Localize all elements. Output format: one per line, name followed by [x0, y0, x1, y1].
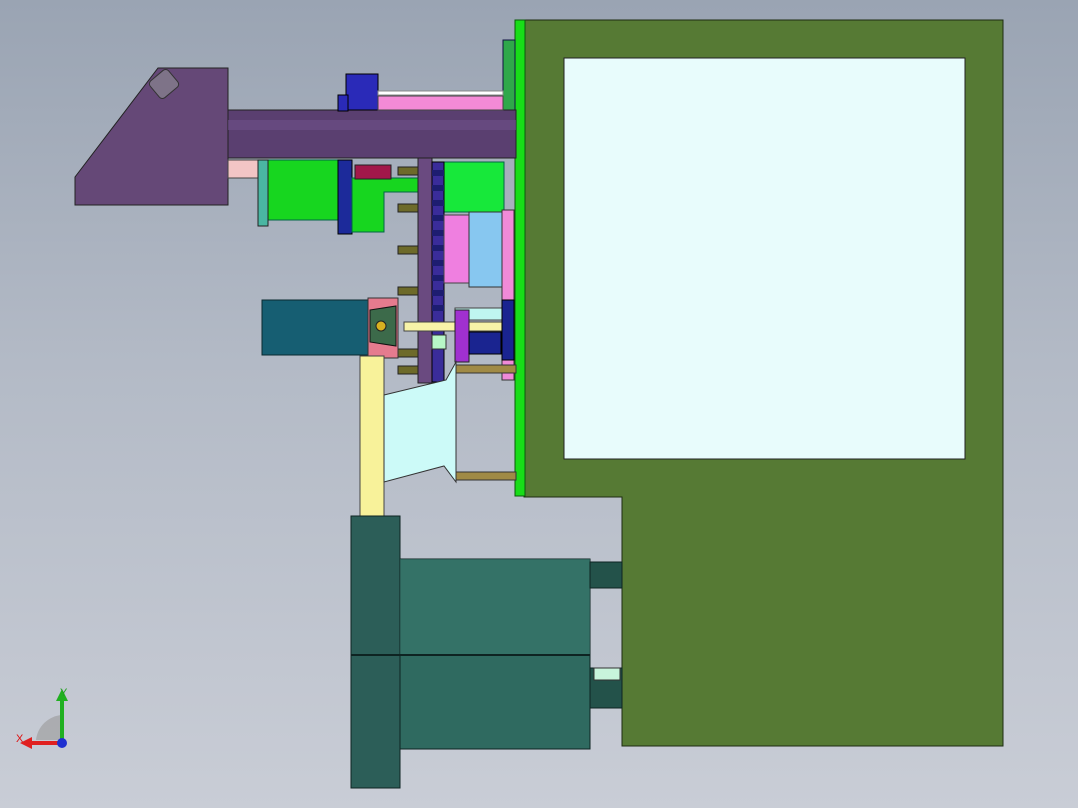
motor-flange-large [350, 515, 401, 789]
motor-flange-divider [351, 654, 400, 656]
navy-block-right [501, 299, 515, 361]
tie-rod-upper [455, 364, 517, 374]
cad-viewport[interactable]: X Y [0, 0, 1078, 808]
tie-rod-lower [455, 471, 517, 481]
y-axis-label: Y [60, 687, 68, 699]
mount-arm [74, 67, 229, 206]
top-small-block [337, 94, 349, 112]
clamp-bolt [375, 320, 387, 332]
plate-bracket [502, 39, 516, 111]
navy-block [468, 331, 502, 355]
purple-bearing [454, 309, 470, 363]
shaft-yellow [403, 321, 505, 332]
teal-motor-small [261, 299, 371, 356]
green-spacer [431, 334, 447, 350]
pink-roller [443, 214, 470, 284]
green-block-right [441, 161, 505, 213]
top-white-bar [377, 90, 504, 96]
top-pink-bar [377, 95, 504, 111]
tube-highlight [228, 120, 516, 130]
motor-shaft-lower [589, 561, 623, 589]
plate-edge-strip [514, 19, 526, 497]
vertical-plate [417, 157, 433, 384]
model-drawing[interactable] [0, 0, 1078, 808]
inspection-window [563, 57, 966, 460]
blue-bracket [337, 159, 353, 235]
top-block-blue [345, 73, 379, 111]
green-cylinder-plate [257, 159, 269, 227]
x-axis-label: X [16, 733, 24, 745]
motor-body-divider [400, 654, 590, 656]
green-cylinder [267, 159, 341, 221]
motor-body-top [400, 559, 590, 654]
main-tube [227, 109, 517, 159]
coordinate-triad: X Y [12, 685, 76, 755]
z-axis-dot [57, 738, 67, 748]
motor-shaft-light [593, 667, 621, 681]
maroon-pin [354, 164, 392, 180]
side-screws [397, 166, 419, 375]
yellow-column [359, 355, 385, 525]
blue-roller [468, 211, 505, 288]
